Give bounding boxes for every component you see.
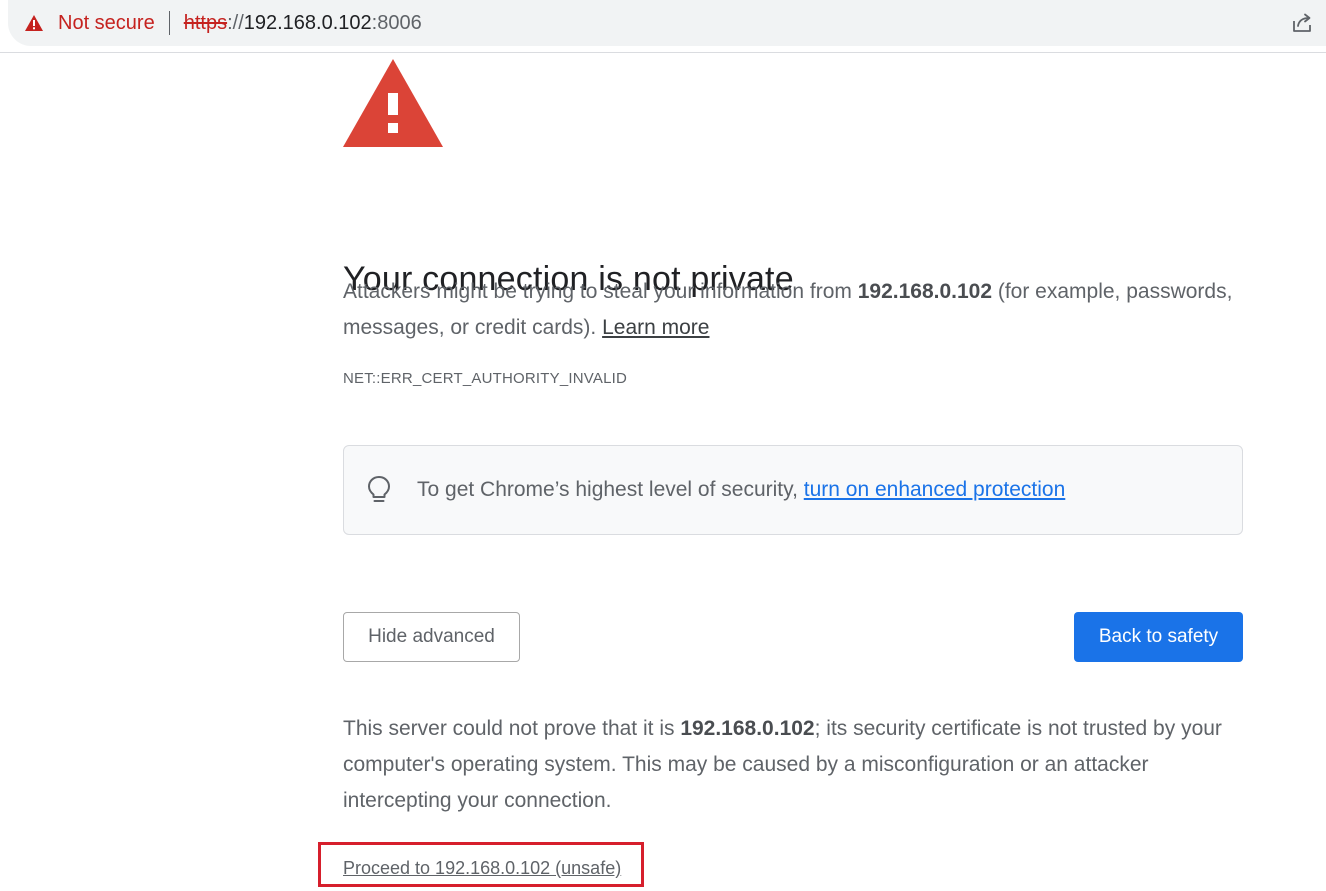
url-separator: :// — [227, 11, 244, 34]
hide-advanced-button[interactable]: Hide advanced — [343, 612, 520, 662]
share-icon[interactable] — [1290, 11, 1314, 35]
url-scheme: https — [183, 11, 228, 34]
enhanced-protection-box: To get Chrome’s highest level of securit… — [343, 445, 1243, 535]
enhanced-text-label: To get Chrome’s highest level of securit… — [417, 478, 804, 501]
warning-description: Attackers might be trying to steal your … — [343, 274, 1243, 346]
back-to-safety-button[interactable]: Back to safety — [1074, 612, 1243, 662]
security-chip[interactable]: Not secure — [24, 0, 155, 46]
error-code: NET::ERR_CERT_AUTHORITY_INVALID — [343, 370, 628, 387]
lightbulb-icon — [368, 476, 390, 502]
not-secure-label: Not secure — [58, 11, 155, 34]
enhanced-protection-text: To get Chrome’s highest level of securit… — [417, 478, 1065, 502]
proceed-unsafe-link[interactable]: Proceed to 192.168.0.102 (unsafe) — [343, 858, 621, 879]
para1-before: Attackers might be trying to steal your … — [343, 280, 858, 303]
omnibox[interactable]: Not secure https://192.168.0.102:8006 — [8, 0, 1326, 46]
browser-toolbar: Not secure https://192.168.0.102:8006 — [0, 0, 1326, 53]
url-host: 192.168.0.102 — [243, 11, 372, 34]
para2-host: 192.168.0.102 — [680, 717, 815, 740]
url-port: :8006 — [371, 11, 422, 34]
para1-host: 192.168.0.102 — [857, 280, 993, 303]
learn-more-link[interactable]: Learn more — [602, 316, 709, 339]
advanced-details: This server could not prove that it is 1… — [343, 711, 1253, 819]
warning-triangle-icon — [25, 15, 43, 31]
para2-before: This server could not prove that it is — [343, 717, 681, 740]
enhanced-protection-link[interactable]: turn on enhanced protection — [804, 478, 1066, 501]
url-text[interactable]: https://192.168.0.102:8006 — [184, 12, 422, 35]
warning-triangle-icon — [343, 59, 443, 147]
omnibox-divider — [168, 11, 170, 35]
